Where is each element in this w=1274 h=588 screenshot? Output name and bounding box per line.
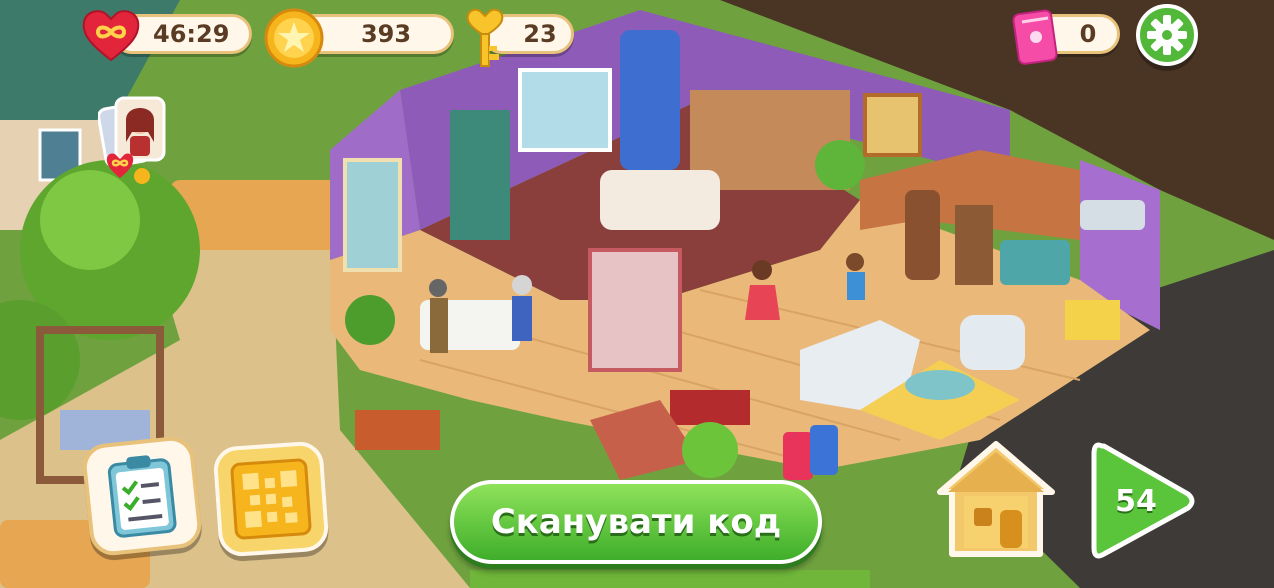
kitchen-island — [600, 170, 720, 230]
infinite-heart-icon — [82, 10, 140, 62]
planter-box — [355, 410, 440, 450]
character-avatar-icon — [97, 96, 166, 184]
heart-key-icon — [466, 8, 504, 67]
level-number: 54 — [1115, 484, 1157, 519]
grandfather-clock — [905, 190, 940, 280]
tasks-button[interactable] — [80, 434, 204, 558]
left-window — [343, 158, 402, 272]
pink-ticket-icon — [1012, 9, 1058, 65]
armchair — [960, 315, 1025, 370]
gear-icon — [1147, 15, 1187, 55]
nightstand — [1065, 300, 1120, 340]
red-rug — [670, 390, 750, 425]
settings-button[interactable] — [1136, 4, 1198, 66]
bookshelf — [588, 248, 682, 372]
plant-left — [345, 295, 395, 345]
coins-count: 393 — [360, 20, 412, 48]
door — [955, 205, 993, 285]
painting — [863, 93, 922, 157]
air-conditioner — [1080, 200, 1145, 230]
flower-border — [470, 570, 870, 588]
character-avatar-button[interactable] — [97, 92, 170, 188]
tickets-count: 0 — [1079, 20, 1097, 48]
scan-code-label: Сканувати код — [490, 502, 782, 542]
coffee-table — [905, 370, 975, 400]
aquarium — [1000, 240, 1070, 285]
home-button[interactable] — [934, 438, 1058, 560]
kitchen-window — [518, 68, 612, 152]
scan-code-button[interactable]: Сканувати код — [450, 480, 822, 564]
fridge — [620, 30, 680, 170]
lives-timer-text: 46:29 — [153, 20, 230, 48]
keys-count: 23 — [523, 20, 557, 48]
qr-scan-button[interactable] — [212, 440, 330, 558]
qr-code-icon — [230, 458, 312, 540]
plant-kitchen — [815, 140, 865, 190]
house-icon — [937, 441, 1055, 557]
plant-entrance — [682, 422, 738, 478]
suitcase-red — [783, 432, 813, 480]
kitchen-cabinet-teal — [450, 110, 510, 240]
suitcase-blue — [810, 425, 838, 475]
star-coin-icon — [264, 8, 324, 68]
clipboard-tasks-icon — [107, 455, 177, 538]
